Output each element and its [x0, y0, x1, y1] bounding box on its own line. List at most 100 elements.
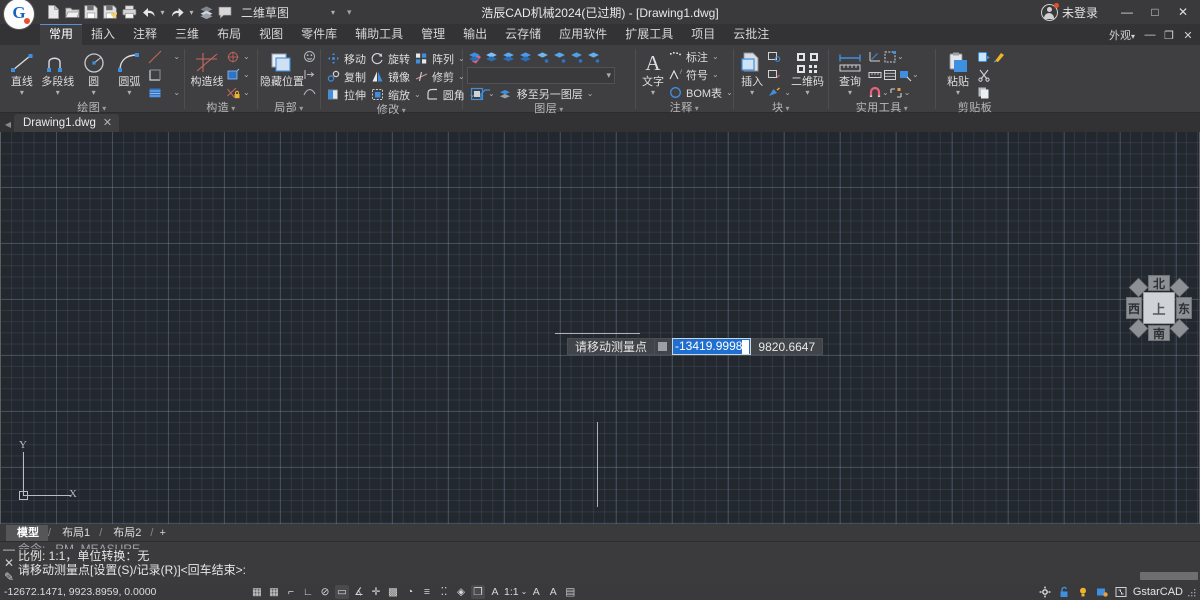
layout-tab-layout1[interactable]: 布局1 — [51, 525, 99, 541]
qat-overflow-icon[interactable]: ▾ — [347, 7, 352, 18]
block-define-dropdown-icon[interactable]: ⌄ — [784, 88, 791, 97]
window-maximize-button[interactable]: □ — [1142, 1, 1168, 23]
account-status[interactable]: 未登录 — [1041, 4, 1098, 21]
coordinate-lock-icon[interactable] — [658, 342, 667, 351]
workspace-selector[interactable]: 二维草图 ▾ ▾ — [239, 3, 354, 21]
ribbon-tab-0[interactable]: 常用 — [40, 24, 82, 45]
circle-button[interactable]: 圆 ▾ — [76, 48, 112, 97]
fullscreen-icon[interactable] — [1114, 585, 1128, 599]
xline-button[interactable]: 构造线 — [189, 48, 225, 88]
layout-tab-layout2[interactable]: 布局2 — [102, 525, 150, 541]
compass-south[interactable]: 南 — [1148, 325, 1170, 341]
ribbon-tab-14[interactable]: 云批注 — [724, 24, 778, 45]
magnet-icon[interactable] — [867, 85, 882, 100]
symbol-dropdown-icon[interactable]: ⌄ — [712, 70, 719, 79]
lineweight-toggle[interactable]: ▩ — [386, 585, 400, 599]
qrcode-dropdown-icon[interactable]: ▾ — [805, 89, 809, 97]
rectangle-icon[interactable] — [147, 67, 162, 82]
dimension-dropdown-icon[interactable]: ⌄ — [712, 52, 719, 61]
mirror-button[interactable]: 镜像 — [368, 68, 412, 85]
table-calc-icon[interactable] — [882, 67, 897, 82]
resize-grip-icon[interactable] — [1188, 588, 1196, 596]
layer-thaw-icon[interactable] — [535, 50, 550, 65]
ribbon-tab-1[interactable]: 插入 — [82, 24, 124, 45]
redo-icon[interactable] — [168, 3, 186, 21]
insert-block-button[interactable]: 插入 ▾ — [738, 48, 766, 97]
open-file-icon[interactable] — [63, 3, 81, 21]
layout-tab-model[interactable]: 模型 — [6, 525, 48, 541]
region-dropdown-icon[interactable]: ⌄ — [243, 70, 250, 79]
area-icon[interactable] — [882, 49, 897, 64]
ribbon-tab-8[interactable]: 管理 — [412, 24, 454, 45]
layer-on-icon[interactable] — [484, 50, 499, 65]
command-line-history[interactable]: 命令: _RM_MEASURE 比例: 1:1，单位转换：无 请移动测量点[设置… — [18, 542, 1200, 583]
appearance-dropdown-icon[interactable]: ▾ — [1131, 32, 1135, 41]
save-file-icon[interactable] — [82, 3, 100, 21]
compass-east[interactable]: 东 — [1176, 297, 1192, 319]
panel-title-annotation[interactable]: 注释▾ — [636, 101, 733, 115]
app-logo-icon[interactable]: G — [4, 0, 34, 29]
measure-button[interactable]: 查询 ▾ — [833, 48, 867, 97]
layer-properties-icon[interactable] — [467, 50, 482, 65]
clean-screen-icon[interactable] — [1095, 585, 1109, 599]
selection-cycling-toggle[interactable]: ⁚⁚ — [437, 585, 451, 599]
extend-local-icon[interactable] — [302, 67, 317, 82]
measure-dropdown-icon[interactable]: ▾ — [848, 89, 852, 97]
new-file-icon[interactable] — [44, 3, 62, 21]
layer-state-button[interactable]: ⌄ — [467, 85, 497, 102]
layer-iso-icon[interactable] — [586, 50, 601, 65]
move-button[interactable]: 移动 — [324, 50, 368, 67]
osnap-toggle[interactable]: ⊘ — [318, 585, 332, 599]
command-line-input-row[interactable]: 请移动测量点[设置(S)/记录(R)]<回车结束>: — [18, 563, 1200, 577]
move-to-layer-button[interactable]: 移至另一图层 ⌄ — [497, 85, 596, 102]
window-minimize-button[interactable]: — — [1114, 1, 1140, 23]
quick-select-icon[interactable] — [897, 67, 912, 82]
center-mark-icon[interactable] — [225, 49, 240, 64]
rotate-button[interactable]: 旋转 — [368, 50, 412, 67]
cut-icon[interactable] — [976, 67, 991, 82]
annotation-scale-icon[interactable]: A — [546, 585, 560, 599]
magnet-dropdown-icon[interactable]: ⌄ — [882, 88, 889, 97]
arc-button[interactable]: 圆弧 ▾ — [111, 48, 147, 97]
text-button[interactable]: A 文字 ▾ — [640, 48, 666, 97]
array-button[interactable]: 阵列 ⌄ — [412, 50, 467, 67]
copy-button[interactable]: 复制 — [324, 68, 368, 85]
symbol-button[interactable]: A 符号 ⌄ — [666, 66, 721, 83]
annotation-scale-dropdown-icon[interactable]: ⌄ — [521, 587, 528, 596]
layers-icon[interactable] — [197, 3, 215, 21]
text-dropdown-icon[interactable]: ▾ — [651, 89, 655, 97]
dimension-button[interactable]: 标注 ⌄ — [666, 48, 721, 65]
dyn-input-toggle[interactable]: ✛ — [369, 585, 383, 599]
ribbon-tab-11[interactable]: 应用软件 — [550, 24, 616, 45]
ortho-toggle[interactable]: ⌐ — [284, 585, 298, 599]
point-id-icon[interactable] — [889, 85, 904, 100]
panel-title-layer[interactable]: 图层▾ — [463, 102, 635, 116]
arc-dropdown-icon[interactable]: ▾ — [127, 89, 131, 97]
ribbon-tab-10[interactable]: 云存储 — [496, 24, 550, 45]
ribbon-tab-5[interactable]: 视图 — [250, 24, 292, 45]
region-icon[interactable] — [225, 67, 240, 82]
trim-button[interactable]: 修剪 ⌄ — [412, 68, 467, 85]
edit-lock-dropdown-icon[interactable]: ⌄ — [243, 88, 250, 97]
layer-off-icon[interactable] — [501, 50, 516, 65]
doc-tab-nav-left-icon[interactable]: ◀ — [2, 120, 14, 132]
panel-title-draw[interactable]: 绘图▾ — [0, 101, 184, 115]
panel-title-local[interactable]: 局部▾ — [258, 101, 320, 115]
bom-dropdown-icon[interactable]: ⌄ — [726, 88, 733, 97]
dynamic-input-x-field[interactable]: -13419.9998 — [672, 338, 751, 355]
layer-state-dropdown-icon[interactable]: ⌄ — [488, 89, 495, 98]
appearance-menu[interactable]: 外观▾ — [1105, 27, 1139, 43]
document-tab-drawing1[interactable]: Drawing1.dwg ✕ — [14, 114, 119, 132]
otrack-toggle[interactable]: ▭ — [335, 585, 349, 599]
panel-title-construct[interactable]: 构造▾ — [185, 101, 257, 115]
layer-selector-combo[interactable]: ▾ — [467, 67, 615, 84]
print-icon[interactable] — [120, 3, 138, 21]
panel-title-utility[interactable]: 实用工具▾ — [829, 101, 935, 115]
ribbon-tab-3[interactable]: 三维 — [166, 24, 208, 45]
copy-clip-icon[interactable] — [976, 49, 991, 64]
hatch-icon[interactable] — [147, 85, 162, 100]
circle-dropdown-icon[interactable]: ▾ — [92, 89, 96, 97]
curve-icon[interactable] — [302, 85, 317, 100]
minimize-cmd-icon[interactable]: — — [3, 543, 15, 556]
center-mark-dropdown-icon[interactable]: ⌄ — [243, 52, 250, 61]
